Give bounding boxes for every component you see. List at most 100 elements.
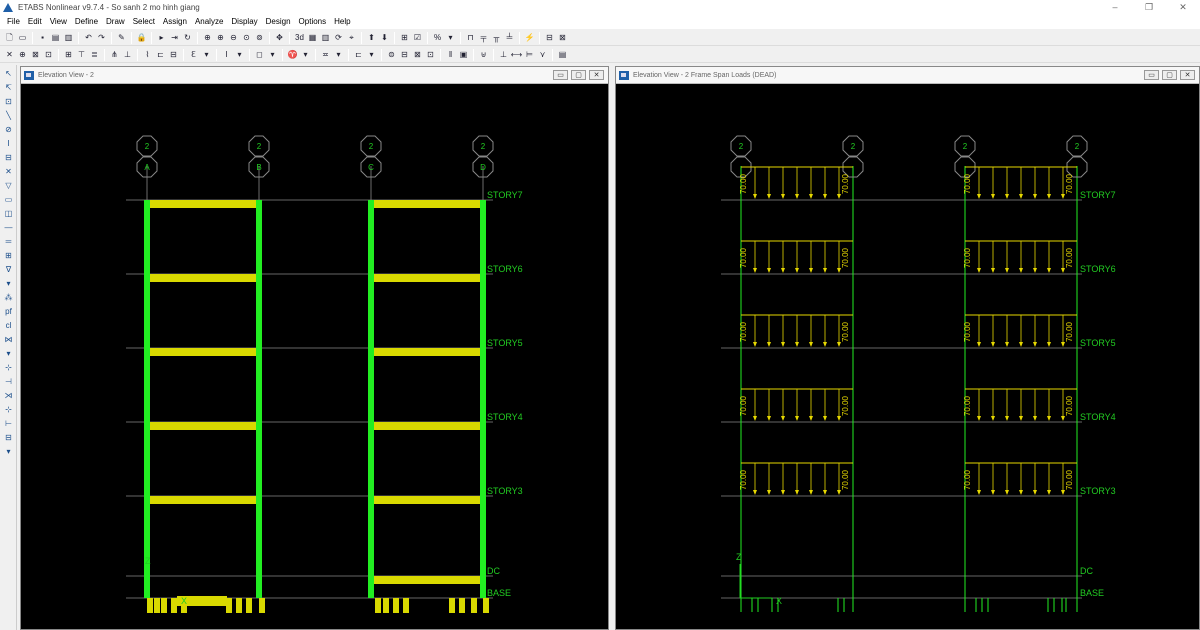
draw-area-icon[interactable]: ▽ [2, 179, 15, 191]
zoom-prev-icon[interactable]: ⊙ [241, 32, 252, 43]
draw-line-icon[interactable]: ╲ [2, 109, 15, 121]
view-elev-icon[interactable]: ▥ [320, 32, 331, 43]
show-story-icon[interactable]: ≣ [89, 49, 100, 60]
rotate-icon[interactable]: ⟳ [333, 32, 344, 43]
draw-rect-icon[interactable]: ▭ [2, 193, 15, 205]
frame-release-icon[interactable]: ╥ [491, 32, 502, 43]
draw-column-icon[interactable]: I [2, 137, 15, 149]
snap-end-icon[interactable]: ⊣ [2, 375, 15, 387]
design-concrete-icon[interactable]: ⊟ [399, 49, 410, 60]
menu-analyze[interactable]: Analyze [191, 15, 227, 29]
run-icon[interactable]: ▸ [156, 32, 167, 43]
select-prev-icon[interactable]: pf [2, 305, 15, 317]
draw-wall2-icon[interactable]: ═ [2, 235, 15, 247]
point-icon[interactable]: ⊎ [478, 49, 489, 60]
spring-icon[interactable]: ≖ [320, 49, 331, 60]
draw-section-icon[interactable]: ∇ [2, 263, 15, 275]
menu-display[interactable]: Display [227, 15, 261, 29]
menu-file[interactable]: File [3, 15, 24, 29]
force-icon[interactable]: ⊏ [155, 49, 166, 60]
new-model-icon[interactable]: 🗋 [4, 32, 15, 43]
snap-icon[interactable]: ⊨ [524, 49, 535, 60]
dim-icon[interactable]: ⊥ [498, 49, 509, 60]
menu-help[interactable]: Help [330, 15, 354, 29]
misc-icon[interactable]: ▤ [557, 49, 568, 60]
object-shrink-icon[interactable]: ⊞ [399, 32, 410, 43]
draw-cross-icon[interactable]: ✕ [2, 165, 15, 177]
frame-icon[interactable]: ⊓ [465, 32, 476, 43]
percent-icon[interactable]: % [432, 32, 443, 43]
section-cut-icon[interactable]: I [221, 49, 232, 60]
mode-dropdown-icon[interactable]: ▾ [201, 49, 212, 60]
design-steel-icon[interactable]: ⊜ [386, 49, 397, 60]
zoom-restore-icon[interactable]: ⊚ [254, 32, 265, 43]
snap-mid-icon[interactable]: ⋊ [2, 389, 15, 401]
snap-perp-icon[interactable]: ⊢ [2, 417, 15, 429]
more3-icon[interactable]: ▾ [2, 445, 15, 457]
shell-dd-icon[interactable]: ▾ [267, 49, 278, 60]
lock-icon[interactable]: 🔒 [136, 32, 147, 43]
perspective-icon[interactable]: ⌖ [346, 32, 357, 43]
panel-close-button[interactable]: ✕ [589, 70, 604, 80]
deformed-icon[interactable]: ⌇ [142, 49, 153, 60]
snap-point-icon[interactable]: ⊹ [2, 361, 15, 373]
check-icon[interactable]: ☑ [412, 32, 423, 43]
panel-maximize-button[interactable]: ▢ [1162, 70, 1177, 80]
draw-quick-area-icon[interactable]: ◫ [2, 207, 15, 219]
snap-line-icon[interactable]: ⊟ [2, 431, 15, 443]
lightning-icon[interactable]: ⚡ [524, 32, 535, 43]
select-pointer2-icon[interactable]: ⁂ [2, 291, 15, 303]
select-all-icon[interactable]: ⊕ [17, 49, 28, 60]
snap-dd-icon[interactable]: ⋎ [537, 49, 548, 60]
spring-dd-icon[interactable]: ▾ [333, 49, 344, 60]
panel-close-button[interactable]: ✕ [1180, 70, 1195, 80]
draw-point-icon[interactable]: ⊡ [2, 95, 15, 107]
design-comp-icon[interactable]: ⊠ [412, 49, 423, 60]
tendon-dd-icon[interactable]: ▾ [366, 49, 377, 60]
close-button[interactable]: ✕ [1166, 0, 1200, 15]
print-setup-icon[interactable]: ▥ [63, 32, 74, 43]
line-icon[interactable]: ‖ [445, 49, 456, 60]
menu-draw[interactable]: Draw [102, 15, 129, 29]
select-intersect-icon[interactable]: ⋈ [2, 333, 15, 345]
elevation-canvas[interactable]: STORY7STORY6STORY5STORY4STORY3DCBASE2A2B… [21, 84, 608, 629]
panel-minimize-button[interactable]: ▭ [1144, 70, 1159, 80]
show-axes-icon[interactable]: ⊤ [76, 49, 87, 60]
draw-wall-icon[interactable]: — [2, 221, 15, 233]
draw-grid-icon[interactable]: ⊞ [2, 249, 15, 261]
more-icon[interactable]: ▾ [2, 277, 15, 289]
frame-section-icon[interactable]: ╤ [478, 32, 489, 43]
zoom-in-icon[interactable]: ⊕ [215, 32, 226, 43]
assign-icon[interactable]: ⊡ [43, 49, 54, 60]
run-step-icon[interactable]: ⇥ [169, 32, 180, 43]
area-icon[interactable]: ▣ [458, 49, 469, 60]
menu-assign[interactable]: Assign [159, 15, 191, 29]
pointer-icon[interactable]: ↖ [2, 67, 15, 79]
section-cut-dd-icon[interactable]: ▾ [234, 49, 245, 60]
shell-icon[interactable]: ◻ [254, 49, 265, 60]
design-wall-icon[interactable]: ⊡ [425, 49, 436, 60]
design-icon[interactable]: ⊠ [557, 32, 568, 43]
stress-icon[interactable]: ⊟ [168, 49, 179, 60]
menu-define[interactable]: Define [71, 15, 102, 29]
tendon-icon[interactable]: ⊏ [353, 49, 364, 60]
save-icon[interactable]: ▪ [37, 32, 48, 43]
refresh-icon[interactable]: ↻ [182, 32, 193, 43]
snap-int-icon[interactable]: ⊹ [2, 403, 15, 415]
more2-icon[interactable]: ▾ [2, 347, 15, 359]
print-icon[interactable]: ▤ [50, 32, 61, 43]
redo-icon[interactable]: ↷ [96, 32, 107, 43]
pan-icon[interactable]: ✥ [274, 32, 285, 43]
show-load-icon[interactable]: ⋔ [109, 49, 120, 60]
minimize-button[interactable]: – [1098, 0, 1132, 15]
view-plan-icon[interactable]: ▦ [307, 32, 318, 43]
show-grid-icon[interactable]: ⊞ [63, 49, 74, 60]
link-icon[interactable]: ♈ [287, 49, 298, 60]
table-icon[interactable]: ⊟ [544, 32, 555, 43]
open-icon[interactable]: ▭ [17, 32, 28, 43]
undo-icon[interactable]: ↶ [83, 32, 94, 43]
restore-button[interactable]: ❐ [1132, 0, 1166, 15]
panel-minimize-button[interactable]: ▭ [553, 70, 568, 80]
down-icon[interactable]: ⬇ [379, 32, 390, 43]
zoom-window-icon[interactable]: ⊕ [202, 32, 213, 43]
